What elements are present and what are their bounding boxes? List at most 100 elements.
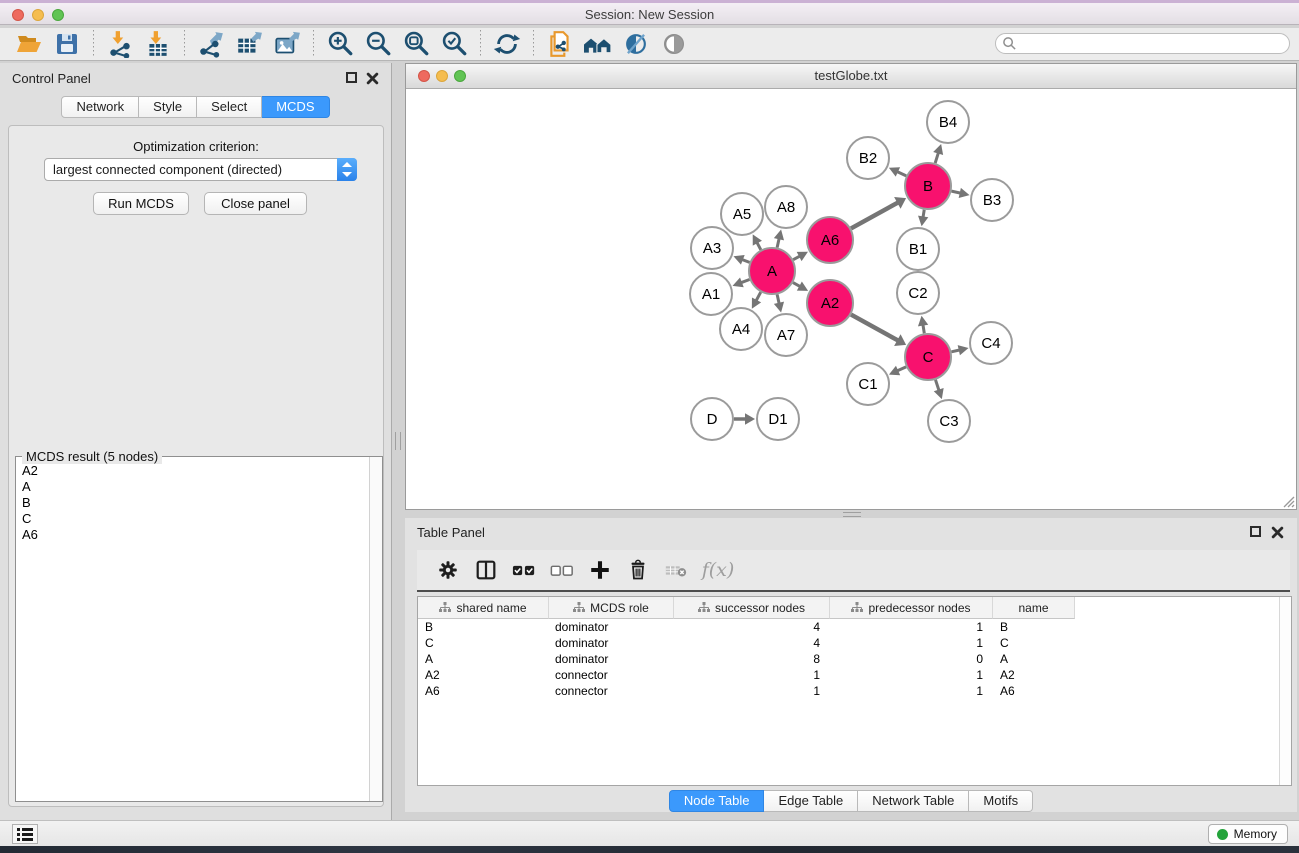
duplicate-network-icon[interactable] (543, 29, 577, 59)
cell: connector (549, 683, 674, 699)
table-row[interactable]: A6connector11A6 (418, 683, 1291, 699)
run-mcds-button[interactable]: Run MCDS (93, 192, 189, 215)
node-A7[interactable]: A7 (765, 314, 807, 356)
result-scrollbar[interactable] (369, 457, 382, 801)
criterion-dropdown[interactable]: largest connected component (directed) (44, 158, 357, 181)
toggle-view-icon[interactable] (657, 29, 691, 59)
svg-text:A3: A3 (703, 240, 721, 257)
import-network-icon[interactable] (103, 29, 137, 59)
attribute-hierarchy-icon (851, 602, 863, 613)
column-header-predecessor-nodes[interactable]: predecessor nodes (830, 597, 993, 619)
float-panel-icon[interactable] (346, 72, 357, 83)
node-A6[interactable]: A6 (807, 217, 853, 263)
tab-network-table[interactable]: Network Table (858, 790, 969, 812)
export-image-icon[interactable] (270, 29, 304, 59)
svg-text:A5: A5 (733, 206, 751, 223)
svg-text:A4: A4 (732, 321, 750, 338)
network-window-titlebar[interactable]: testGlobe.txt (406, 64, 1296, 89)
zoom-selected-icon[interactable] (437, 29, 471, 59)
node-B[interactable]: B (905, 163, 951, 209)
tab-node-table[interactable]: Node Table (669, 790, 765, 812)
arrowhead-icon (774, 302, 784, 313)
node-A2[interactable]: A2 (807, 280, 853, 326)
zoom-fit-icon[interactable] (399, 29, 433, 59)
node-C3[interactable]: C3 (928, 400, 970, 442)
arrowhead-icon (934, 388, 944, 399)
mcds-panel: Optimization criterion: largest connecte… (8, 125, 384, 807)
resize-grip-icon[interactable] (1281, 494, 1295, 508)
node-C4[interactable]: C4 (970, 322, 1012, 364)
close-panel-button[interactable]: Close panel (204, 192, 307, 215)
edge-A2-C[interactable] (851, 315, 899, 341)
node-B2[interactable]: B2 (847, 137, 889, 179)
cell: B (993, 619, 1075, 635)
tab-edge-table[interactable]: Edge Table (764, 790, 858, 812)
memory-button[interactable]: Memory (1208, 824, 1288, 844)
node-D1[interactable]: D1 (757, 398, 799, 440)
delete-table-icon[interactable] (657, 554, 695, 586)
first-neighbors-icon[interactable] (581, 29, 615, 59)
tab-style[interactable]: Style (139, 96, 197, 118)
zoom-out-icon[interactable] (361, 29, 395, 59)
save-session-icon[interactable] (50, 29, 84, 59)
tab-motifs[interactable]: Motifs (969, 790, 1033, 812)
network-canvas[interactable]: B4 B2 B B3 A8 A5 A6 A3 B1 A A1 C2 A2 A4 A7 C4 C C1 C3 D D1 (406, 90, 1296, 509)
tab-network[interactable]: Network (61, 96, 139, 118)
node-C[interactable]: C (905, 334, 951, 380)
deselect-all-checkboxes-icon[interactable] (543, 554, 581, 586)
node-A4[interactable]: A4 (720, 308, 762, 350)
table-settings-icon[interactable] (429, 554, 467, 586)
edge-A6-B[interactable] (851, 202, 899, 228)
tab-mcds[interactable]: MCDS (262, 96, 329, 118)
cell: 0 (830, 651, 993, 667)
search-input[interactable] (995, 33, 1290, 54)
node-C2[interactable]: C2 (897, 272, 939, 314)
mcds-result-item[interactable]: B (17, 495, 368, 511)
node-A5[interactable]: A5 (721, 193, 763, 235)
export-network-icon[interactable] (194, 29, 228, 59)
column-header-MCDS-role[interactable]: MCDS role (549, 597, 674, 619)
window-title: Session: New Session (0, 7, 1299, 22)
column-header-shared-name[interactable]: shared name (418, 597, 549, 619)
task-history-button[interactable] (12, 824, 38, 844)
table-panel-title: Table Panel (417, 525, 485, 540)
close-panel-icon[interactable] (366, 72, 379, 85)
node-A[interactable]: A (749, 248, 795, 294)
table-row[interactable]: Adominator80A (418, 651, 1291, 667)
node-D[interactable]: D (691, 398, 733, 440)
node-A8[interactable]: A8 (765, 186, 807, 228)
import-table-icon[interactable] (141, 29, 175, 59)
open-session-icon[interactable] (12, 29, 46, 59)
node-B4[interactable]: B4 (927, 101, 969, 143)
mcds-result-item[interactable]: A6 (17, 527, 368, 543)
node-B1[interactable]: B1 (897, 228, 939, 270)
node-A1[interactable]: A1 (690, 273, 732, 315)
node-C1[interactable]: C1 (847, 363, 889, 405)
vertical-splitter-grip[interactable] (395, 432, 401, 450)
column-header-name[interactable]: name (993, 597, 1075, 619)
close-table-panel-icon[interactable] (1271, 526, 1284, 539)
refresh-layout-icon[interactable] (490, 29, 524, 59)
horizontal-splitter-grip[interactable] (843, 512, 861, 517)
tab-select[interactable]: Select (197, 96, 262, 118)
mcds-result-item[interactable]: A2 (17, 463, 368, 479)
table-row[interactable]: Bdominator41B (418, 619, 1291, 635)
mcds-result-item[interactable]: C (17, 511, 368, 527)
show-hide-details-icon[interactable] (619, 29, 653, 59)
float-table-panel-icon[interactable] (1250, 526, 1261, 537)
zoom-in-icon[interactable] (323, 29, 357, 59)
split-column-icon[interactable] (467, 554, 505, 586)
export-table-icon[interactable] (232, 29, 266, 59)
select-all-checkboxes-icon[interactable] (505, 554, 543, 586)
svg-text:D1: D1 (768, 411, 787, 428)
column-header-successor-nodes[interactable]: successor nodes (674, 597, 830, 619)
mcds-result-item[interactable]: A (17, 479, 368, 495)
table-row[interactable]: Cdominator41C (418, 635, 1291, 651)
function-builder-icon[interactable]: f(x) (695, 554, 741, 586)
delete-rows-icon[interactable] (619, 554, 657, 586)
node-A3[interactable]: A3 (691, 227, 733, 269)
table-row[interactable]: A2connector11A2 (418, 667, 1291, 683)
table-scrollbar[interactable] (1279, 597, 1291, 785)
node-B3[interactable]: B3 (971, 179, 1013, 221)
add-row-icon[interactable] (581, 554, 619, 586)
